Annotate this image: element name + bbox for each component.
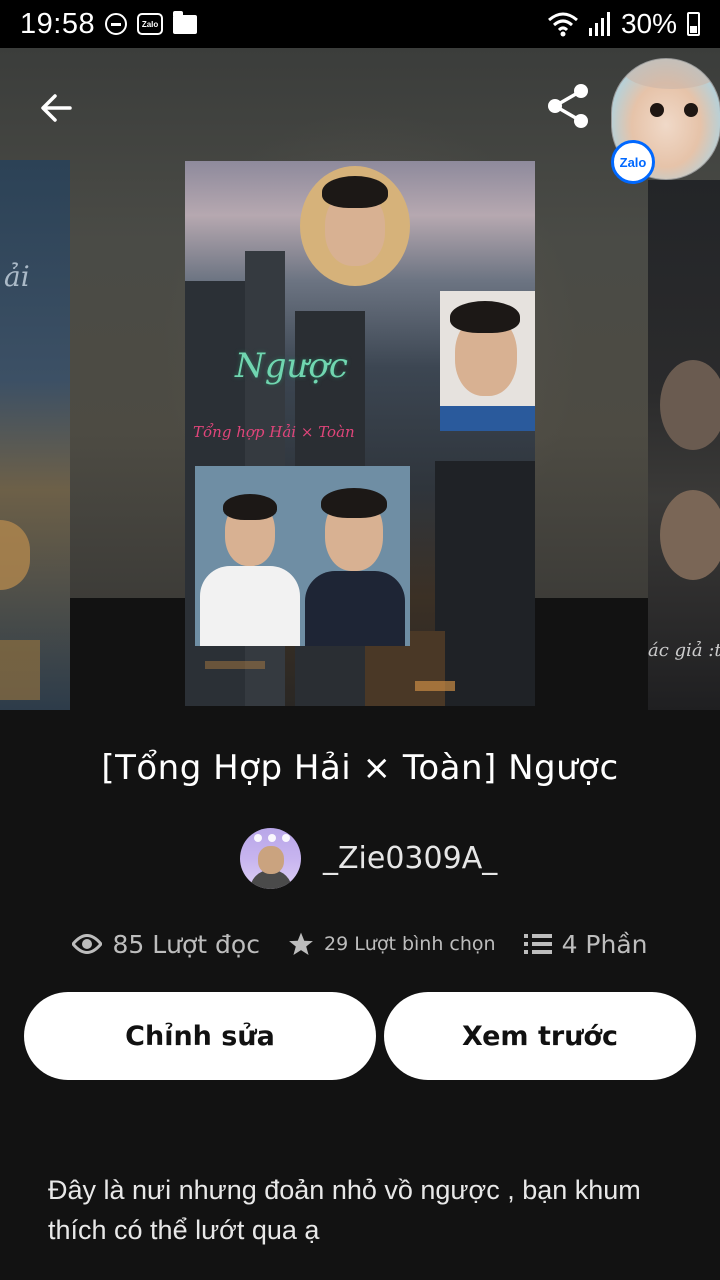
cover-photo-shirt bbox=[200, 566, 300, 646]
share-button[interactable] bbox=[540, 78, 596, 134]
story-cover[interactable]: Ngược Tổng hợp Hải × Toàn bbox=[185, 161, 535, 706]
avatar-heart bbox=[254, 833, 262, 842]
cover-photo-shirt bbox=[305, 571, 405, 646]
zalo-badge-icon: Zalo bbox=[611, 140, 655, 184]
next-story-cover[interactable]: ác giả :t bbox=[648, 180, 720, 710]
avatar-heart bbox=[282, 833, 290, 842]
cover-building bbox=[435, 461, 535, 706]
previous-story-cover[interactable]: ải bbox=[0, 160, 70, 710]
status-bar: 19:58 Zalo 30% bbox=[0, 0, 720, 48]
parts-count: 4 Phần bbox=[561, 929, 648, 959]
parts-stat: 4 Phần bbox=[523, 929, 648, 959]
cover-photo-hair bbox=[450, 301, 520, 333]
edit-button[interactable]: Chỉnh sửa bbox=[24, 992, 376, 1080]
wifi-icon bbox=[547, 11, 579, 37]
cover-photo bbox=[440, 291, 535, 431]
list-icon bbox=[523, 934, 552, 954]
battery-icon bbox=[687, 12, 700, 36]
reads-count: 85 Lượt đọc bbox=[112, 929, 260, 959]
avatar-eye bbox=[650, 103, 664, 117]
back-button[interactable] bbox=[28, 80, 84, 136]
avatar-hair bbox=[622, 59, 720, 89]
avatar-heart bbox=[268, 833, 276, 842]
preview-button[interactable]: Xem trước bbox=[384, 992, 696, 1080]
do-not-disturb-icon bbox=[105, 13, 128, 35]
star-icon bbox=[289, 932, 313, 956]
reads-stat: 85 Lượt đọc bbox=[72, 930, 260, 959]
cover-decoration bbox=[0, 520, 30, 590]
cover-title: Ngược bbox=[235, 346, 348, 386]
author-name[interactable]: _Zie0309A_ bbox=[323, 841, 497, 876]
status-time: 19:58 bbox=[20, 7, 96, 40]
story-stats: 85 Lượt đọc 29 Lượt bình chọn 4 Phần bbox=[0, 922, 720, 966]
status-right: 30% bbox=[547, 8, 700, 40]
battery-percent: 30% bbox=[620, 8, 677, 39]
signal-icon bbox=[588, 12, 611, 36]
status-left: 19:58 Zalo bbox=[20, 7, 198, 41]
zalo-notification-icon: Zalo bbox=[137, 13, 164, 35]
cover-face bbox=[660, 490, 720, 580]
next-cover-caption: ác giả :t bbox=[648, 640, 720, 661]
story-details-screen: 19:58 Zalo 30% ải ác giả:t Ngược Tổng h… bbox=[0, 0, 720, 1280]
cover-light bbox=[415, 681, 455, 691]
story-title: [Tổng Hợp Hải × Toàn] Ngược bbox=[101, 748, 619, 788]
author-row[interactable]: _Zie0309A_ bbox=[240, 827, 497, 889]
cover-face bbox=[660, 360, 720, 450]
arrow-left-icon bbox=[41, 94, 72, 122]
cover-photo bbox=[195, 466, 410, 646]
votes-count: 29 Lượt bình chọn bbox=[323, 933, 496, 955]
eye-icon bbox=[72, 934, 103, 954]
story-description: Đây là nưi nhưng đoản nhỏ vồ ngược , bạn… bbox=[48, 1175, 641, 1245]
cover-photo-hair bbox=[322, 176, 388, 208]
author-avatar[interactable] bbox=[240, 827, 301, 889]
cover-photo-hair bbox=[223, 494, 277, 520]
cover-photo-hair bbox=[321, 488, 387, 518]
share-icon bbox=[548, 84, 588, 128]
previous-cover-script: ải bbox=[4, 260, 30, 293]
avatar-eye bbox=[684, 103, 698, 117]
cover-light bbox=[205, 661, 265, 669]
cover-subtitle: Tổng hợp Hải × Toàn bbox=[193, 423, 355, 441]
votes-stat: 29 Lượt bình chọn bbox=[288, 931, 496, 957]
cover-decoration bbox=[0, 640, 40, 700]
cover-photo-shirt bbox=[440, 406, 535, 431]
avatar-face bbox=[258, 845, 284, 874]
cover-photo bbox=[300, 166, 410, 286]
folder-icon bbox=[173, 10, 198, 34]
zalo-chat-head[interactable]: Zalo bbox=[611, 58, 720, 184]
